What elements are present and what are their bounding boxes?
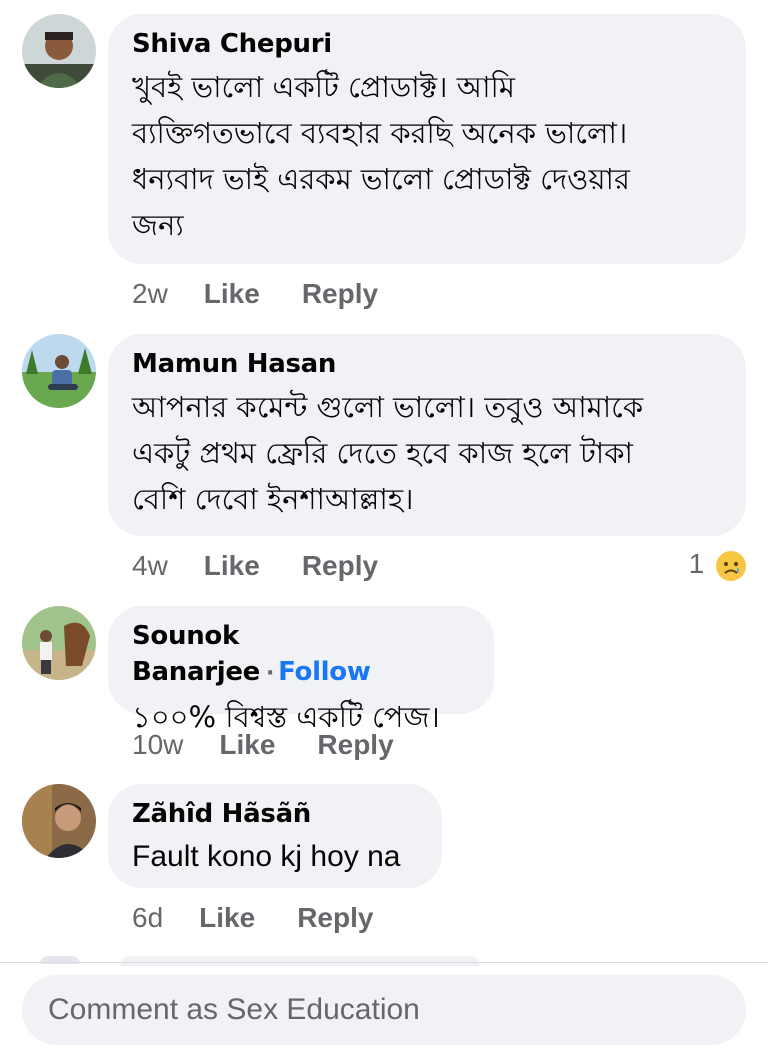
reaction-summary[interactable]: 1 — [689, 546, 746, 582]
comment-text: খুবই ভালো একটি প্রোডাক্ট। আমি ব্যক্তিগতভ… — [132, 64, 722, 248]
comment-text-line: আপনার কমেন্ট গুলো ভালো। তবুও আমাকে — [132, 390, 644, 424]
separator-dot: · — [266, 661, 275, 686]
comment-text-line: খুবই ভালো একটি প্রোডাক্ট। আমি — [132, 70, 515, 104]
like-button[interactable]: Like — [219, 727, 275, 763]
avatar[interactable] — [22, 14, 96, 88]
composer-divider — [0, 962, 768, 963]
avatar-photo — [22, 334, 96, 408]
comment-input[interactable] — [46, 992, 722, 1028]
comment-text-line: বেশি দেবো ইনশাআল্লাহ। — [132, 482, 414, 516]
avatar-photo — [22, 784, 96, 858]
comment-timestamp[interactable]: 6d — [132, 900, 163, 936]
comment-timestamp[interactable]: 2w — [132, 276, 168, 312]
comment-actions: 6d Like Reply — [132, 900, 415, 936]
next-comment-bubble — [120, 956, 480, 966]
comment-timestamp[interactable]: 4w — [132, 548, 168, 584]
comment-actions: 4w Like Reply — [132, 548, 420, 584]
comment-actions: 2w Like Reply — [132, 276, 420, 312]
follow-button[interactable]: Follow — [278, 657, 371, 687]
comment-text: Fault kono kj hoy na — [132, 834, 418, 880]
comment-author[interactable]: Zãhîd Hãsãñ — [132, 796, 418, 832]
like-button[interactable]: Like — [199, 900, 255, 936]
comment-timestamp[interactable]: 10w — [132, 727, 183, 763]
avatar[interactable] — [22, 334, 96, 408]
like-button[interactable]: Like — [204, 276, 260, 312]
comment-text-line: ধন্যবাদ ভাই এরকম ভালো প্রোডাক্ট দেওয়ার — [132, 162, 630, 196]
avatar[interactable] — [22, 606, 96, 680]
avatar-photo — [22, 606, 96, 680]
comment-author[interactable]: Shiva Chepuri — [132, 26, 722, 62]
reaction-count: 1 — [688, 548, 705, 579]
comment-author[interactable]: Mamun Hasan — [132, 346, 722, 382]
comment-text-line: একটু প্রথম ফ্রেরি দেতে হবে কাজ হলে টাকা — [132, 436, 633, 470]
comment-text-line: জন্য — [132, 208, 184, 242]
reply-button[interactable]: Reply — [302, 276, 378, 312]
comment-text: আপনার কমেন্ট গুলো ভালো। তবুও আমাকে একটু … — [132, 384, 722, 522]
comment-bubble: Sounok Banarjee · Follow ১০০% বিশ্বস্ত একট… — [108, 606, 494, 734]
avatar-photo — [22, 14, 96, 88]
comment-author[interactable]: Sounok Banarjee — [132, 621, 260, 687]
like-button[interactable]: Like — [204, 548, 260, 584]
comment-actions: 10w Like Reply — [132, 727, 436, 763]
comment-text-line: Fault kono kj hoy na — [132, 840, 401, 873]
avatar[interactable] — [22, 784, 96, 858]
comment-text-line: ব্যক্তিগতভাবে ব্যবহার করছি অনেক ভালো। — [132, 116, 628, 150]
comment-composer[interactable] — [22, 975, 746, 1045]
reply-button[interactable]: Reply — [302, 548, 378, 584]
comment-bubble: Shiva Chepuri খুবই ভালো একটি প্রোডাক্ট। … — [108, 14, 746, 264]
comment-header: Sounok Banarjee · Follow — [132, 618, 470, 692]
reply-button[interactable]: Reply — [297, 900, 373, 936]
comment-bubble: Zãhîd Hãsãñ Fault kono kj hoy na — [108, 784, 442, 888]
reply-button[interactable]: Reply — [317, 727, 393, 763]
sad-face-icon — [716, 550, 746, 581]
comment-bubble: Mamun Hasan আপনার কমেন্ট গুলো ভালো। তবুও… — [108, 334, 746, 536]
